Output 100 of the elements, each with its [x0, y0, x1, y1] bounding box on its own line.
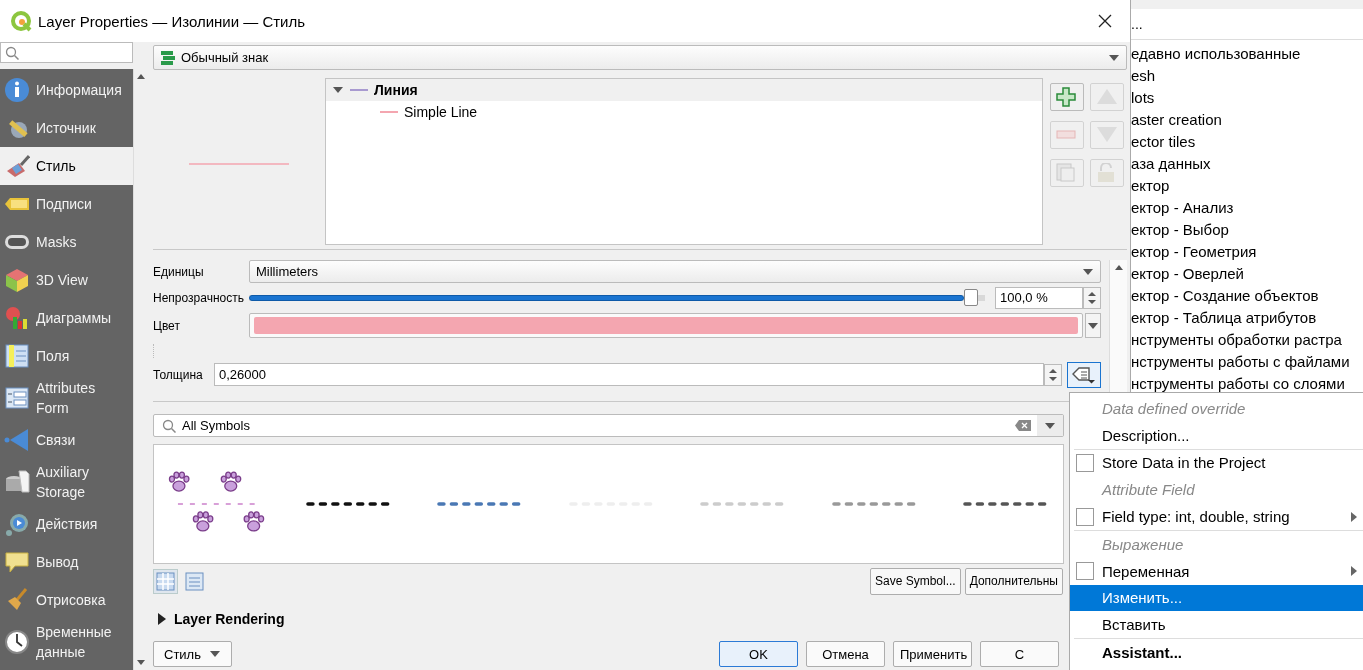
field-label: Непрозрачность — [153, 290, 245, 305]
clock-icon — [4, 629, 30, 655]
action-button[interactable]: Дополнительны — [964, 567, 1063, 595]
list-item[interactable]: нструменты обработки растра — [1131, 328, 1363, 350]
list-item[interactable]: ектор — [1131, 174, 1363, 196]
spin-arrows-icon — [1048, 367, 1058, 382]
sidebar-item[interactable]: 3D View — [0, 261, 133, 299]
database-icon — [4, 469, 30, 495]
form-icon — [4, 385, 30, 411]
cube-icon — [4, 267, 30, 293]
sidebar-item[interactable]: Стиль — [0, 147, 133, 185]
checkbox[interactable] — [1076, 562, 1094, 581]
list-item[interactable]: аза данных — [1131, 152, 1363, 174]
data-defined-button[interactable] — [1067, 361, 1101, 388]
window-title: Layer Properties — Изолинии — Стиль — [38, 12, 307, 30]
menu-item[interactable]: Field type: int, double, string — [1070, 503, 1363, 530]
list-item[interactable]: ектор - Таблица атрибутов — [1131, 306, 1363, 328]
color-menu-button[interactable] — [1085, 313, 1101, 338]
speech-bubble-icon — [4, 549, 30, 575]
search-icon — [5, 45, 19, 60]
menu-item[interactable]: Description... — [1070, 421, 1363, 449]
symbol-search-field[interactable]: All Symbols — [153, 414, 1064, 437]
spin-buttons[interactable] — [1044, 363, 1062, 386]
chart-icon — [4, 305, 30, 331]
field-label: Цвет — [153, 318, 181, 333]
section-header[interactable]: Layer Rendering — [174, 611, 285, 627]
add-layer-button[interactable] — [1050, 83, 1084, 111]
sidebar-item[interactable]: Поля — [0, 337, 133, 375]
renderer-icon — [160, 49, 176, 66]
list-item[interactable]: ector tiles — [1131, 130, 1363, 152]
filter-field[interactable]: ... — [1131, 9, 1363, 40]
list-item[interactable]: едавно использованные — [1131, 42, 1363, 64]
caret-icon — [1082, 267, 1094, 276]
opacity-field[interactable]: 100,0 % — [995, 286, 1083, 309]
caret-icon — [209, 650, 221, 658]
sidebar-item[interactable]: Информация — [0, 71, 133, 109]
dialog-button[interactable]: OK — [719, 641, 798, 667]
sidebar-item[interactable]: Источник — [0, 109, 133, 147]
app-logo-icon — [10, 10, 32, 32]
field-label: Единицы — [153, 264, 205, 279]
list-item[interactable]: нструменты работы со слоями — [1131, 372, 1363, 394]
close-icon — [1098, 14, 1112, 28]
caret-icon — [1108, 53, 1120, 62]
sidebar-item[interactable]: Диаграммы — [0, 299, 133, 337]
menu-item[interactable]: Assistant... — [1070, 639, 1363, 666]
clear-icon — [1015, 420, 1031, 431]
menu-header: Выражение — [1101, 534, 1185, 555]
list-item[interactable]: нструменты работы с файлами — [1131, 350, 1363, 372]
action-button[interactable]: Save Symbol... — [869, 567, 961, 595]
units-dropdown[interactable]: Millimeters — [249, 260, 1101, 283]
icon-view-button[interactable] — [153, 568, 178, 594]
style-menu-button[interactable]: Стиль — [153, 641, 232, 667]
list-item[interactable]: ектор - Анализ — [1131, 196, 1363, 218]
info-icon — [4, 77, 30, 103]
list-item[interactable]: ектор - Создание объектов — [1131, 284, 1363, 306]
sidebar-item[interactable]: Отрисовка — [0, 581, 133, 619]
width-field[interactable]: 0,26000 — [214, 363, 1044, 386]
list-item[interactable]: ектор - Выбор — [1131, 218, 1363, 240]
dialog-button[interactable]: Отмена — [806, 641, 885, 667]
sidebar-item[interactable]: Masks — [0, 223, 133, 261]
add-icon — [1056, 87, 1078, 107]
tree-item[interactable]: Simple Line — [404, 104, 478, 120]
sidebar-item[interactable]: Attributes Form — [0, 375, 133, 421]
list-item[interactable]: ектор - Оверлей — [1131, 262, 1363, 284]
scroll-up-icon — [136, 73, 146, 80]
caret-icon — [1088, 322, 1098, 329]
scroll-down-icon — [136, 659, 146, 666]
dialog-button[interactable]: Применить — [893, 641, 972, 667]
list-item[interactable]: aster creation — [1131, 108, 1363, 130]
grid-icon — [156, 571, 175, 591]
sidebar-item[interactable]: Подписи — [0, 185, 133, 223]
menu-item[interactable]: Изменить... — [1070, 584, 1363, 612]
checkbox[interactable] — [1076, 507, 1094, 526]
renderer-dropdown[interactable]: Обычный знак — [153, 45, 1127, 70]
list-item[interactable]: esh — [1131, 64, 1363, 86]
search-icon — [162, 418, 176, 433]
triangle-icon — [4, 427, 30, 453]
tree-item[interactable]: Линия — [374, 82, 418, 98]
dialog-button[interactable]: С — [980, 641, 1059, 667]
sidebar-item[interactable]: Auxiliary Storage — [0, 459, 133, 505]
data-defined-icon — [1072, 365, 1096, 384]
sidebar-item[interactable]: Связи — [0, 421, 133, 459]
search-field[interactable] — [0, 42, 133, 63]
spin-arrows-icon — [1087, 290, 1097, 305]
menu-item[interactable]: Store Data in the Project — [1070, 449, 1363, 477]
menu-header: Data defined override — [1101, 398, 1247, 419]
sidebar-item[interactable]: Вывод — [0, 543, 133, 581]
spin-buttons[interactable] — [1083, 286, 1101, 309]
checkbox[interactable] — [1076, 454, 1094, 472]
slider-thumb[interactable] — [963, 289, 978, 306]
list-icon — [185, 571, 204, 591]
menu-item[interactable]: Вставить — [1070, 611, 1363, 639]
list-item[interactable]: lots — [1131, 86, 1363, 108]
menu-item[interactable]: Переменная — [1070, 557, 1363, 585]
sidebar-item[interactable]: Действия — [0, 505, 133, 543]
table-icon — [4, 343, 30, 369]
sidebar-item[interactable]: Временные данные — [0, 619, 133, 665]
color-button[interactable] — [249, 313, 1083, 338]
gear-play-icon — [4, 511, 30, 537]
list-item[interactable]: ектор - Геометрия — [1131, 240, 1363, 262]
